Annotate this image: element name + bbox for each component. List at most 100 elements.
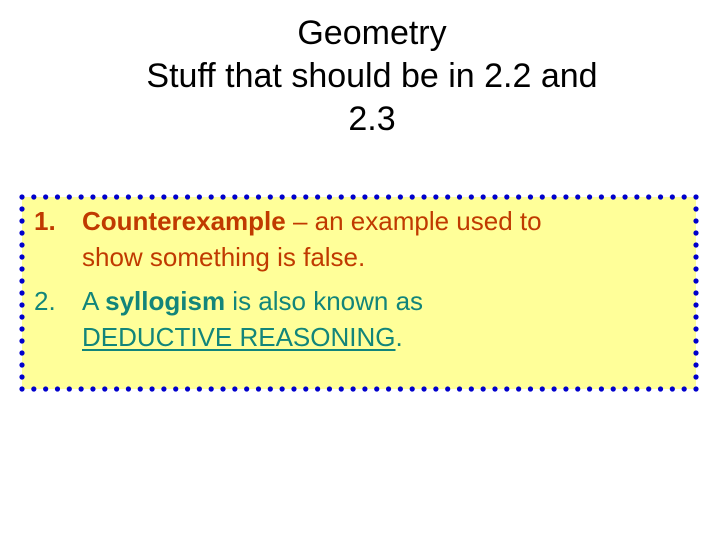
border-dot [54, 194, 61, 200]
prefix-text: A [82, 286, 106, 316]
border-dot [681, 386, 687, 392]
border-dot [492, 194, 498, 200]
border-dot [693, 230, 699, 236]
border-dot [468, 386, 474, 392]
border-dot [693, 254, 699, 260]
border-dot [563, 386, 569, 392]
border-dot [551, 386, 557, 392]
border-dot [693, 206, 699, 212]
term-syllogism: syllogism [105, 286, 226, 316]
border-dot [480, 386, 486, 392]
border-dot [19, 194, 25, 200]
border-dot [31, 386, 37, 392]
border-dot [657, 194, 664, 200]
border-dot [492, 386, 498, 392]
border-dot [43, 386, 49, 392]
border-dot [681, 194, 687, 200]
border-dot [338, 386, 344, 392]
border-dot [693, 314, 699, 320]
border-dot [598, 194, 605, 200]
border-dot [255, 194, 262, 200]
border-dot [374, 194, 380, 200]
border-dot [149, 386, 155, 392]
border-dot [693, 278, 699, 284]
border-dot [137, 386, 143, 392]
border-dot [220, 386, 226, 392]
border-dot [586, 194, 593, 200]
border-dot [610, 194, 616, 200]
border-dot [232, 386, 238, 392]
border-dot [575, 194, 581, 200]
border-dot [326, 386, 333, 392]
border-dot [244, 194, 250, 200]
border-dot [43, 194, 49, 200]
border-dot [693, 242, 699, 248]
border-dot [173, 386, 179, 392]
border-dot [303, 386, 309, 392]
deductive-reasoning-emphasis: DEDUCTIVE REASONING [82, 322, 396, 352]
border-dot [397, 194, 403, 200]
border-dot [693, 194, 699, 200]
border-dot [693, 290, 699, 296]
border-dot [693, 266, 699, 272]
border-dot [279, 194, 285, 200]
title-line-3: 2.3 [348, 100, 396, 138]
border-dot [539, 194, 545, 200]
border-dot [445, 194, 451, 200]
sentence-end: . [395, 322, 403, 352]
border-dot [137, 194, 143, 200]
border-dot [693, 218, 699, 224]
definitions-list: 1. Counterexample – an example used to s… [22, 203, 682, 363]
border-dot [693, 338, 699, 344]
border-dot [646, 386, 652, 392]
border-dot [575, 386, 581, 392]
border-dot [646, 194, 652, 200]
border-dot [634, 386, 640, 392]
border-dot [445, 386, 451, 392]
border-dot [31, 194, 37, 200]
border-dot [385, 386, 392, 392]
border-dot [184, 194, 191, 200]
border-dot [669, 194, 675, 200]
title-line-1: Geometry [297, 14, 447, 52]
border-dot [385, 194, 392, 200]
border-dot [90, 386, 96, 392]
border-dot [693, 386, 699, 392]
border-dot [161, 386, 167, 392]
border-dot [527, 194, 534, 200]
item-number: 2. [34, 286, 56, 316]
border-dot [374, 386, 380, 392]
border-dot [244, 386, 250, 392]
border-dot [196, 386, 202, 392]
border-dot [456, 386, 463, 392]
border-dot [527, 386, 534, 392]
border-dot [586, 386, 593, 392]
border-dot [693, 362, 699, 368]
border-dot [693, 374, 699, 380]
border-dot [255, 386, 262, 392]
border-dot [267, 194, 273, 200]
border-dot [409, 194, 415, 200]
border-dot [326, 194, 333, 200]
border-dot [102, 386, 108, 392]
border-dot [279, 386, 285, 392]
border-dot [54, 386, 61, 392]
border-dot [267, 386, 273, 392]
border-dot [622, 194, 628, 200]
border-dot [161, 194, 167, 200]
term-counterexample: Counterexample [82, 206, 286, 236]
border-dot [149, 194, 155, 200]
list-item-syllogism: 2. A syllogism is also known as DEDUCTIV… [22, 283, 682, 355]
border-dot [421, 386, 427, 392]
border-dot [173, 194, 179, 200]
border-dot [125, 194, 132, 200]
border-dot [421, 194, 427, 200]
border-dot [315, 194, 321, 200]
border-dot [563, 194, 569, 200]
border-dot [184, 386, 191, 392]
border-dot [539, 386, 545, 392]
border-dot [315, 386, 321, 392]
border-dot [622, 386, 628, 392]
border-dot [480, 194, 486, 200]
border-dot [19, 362, 25, 368]
